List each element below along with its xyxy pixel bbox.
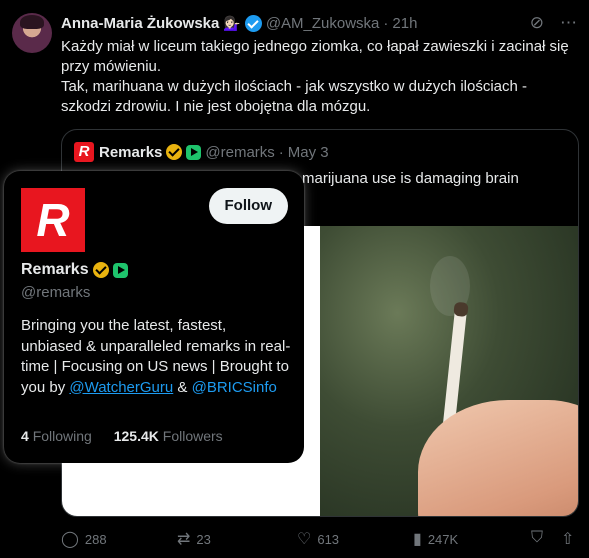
- header-icons: ⊘ ⋯: [530, 13, 577, 33]
- author-handle[interactable]: @AM_Zukowska: [266, 15, 380, 32]
- quoted-text: marijuana use is damaging brain: [302, 170, 519, 187]
- bio-ampersand: &: [173, 378, 192, 396]
- author-avatar[interactable]: [12, 13, 52, 53]
- follow-button[interactable]: Follow: [208, 188, 288, 224]
- bio-link-watcherguru[interactable]: @WatcherGuru: [69, 379, 173, 396]
- quoted-separator: ·: [278, 143, 284, 161]
- green-play-badge-icon: [186, 144, 202, 160]
- following-label: Following: [32, 428, 92, 444]
- bio-link-bricsinfo[interactable]: @BRICSinfo: [192, 379, 277, 396]
- following-count: 4: [21, 428, 29, 444]
- bookmark-button[interactable]: ⛉: [531, 529, 543, 547]
- quoted-handle[interactable]: @remarks: [205, 144, 274, 161]
- hover-card-handle[interactable]: @remarks: [21, 284, 90, 301]
- grok-icon[interactable]: ⊘: [530, 13, 544, 33]
- remarks-logo-small[interactable]: R: [74, 142, 94, 162]
- verified-badge-icon[interactable]: [244, 14, 262, 32]
- followers-stat[interactable]: 125.4K Followers: [114, 428, 223, 444]
- reply-count: 288: [84, 531, 107, 547]
- hand-shape: [418, 400, 578, 516]
- tweet-actions: ◯ 288 ⇄ 23 ♡ 613 ▮ 247K ⛉ ⇧: [61, 529, 579, 549]
- header-separator: ·: [383, 14, 389, 32]
- tweet-header: Anna-Maria Żukowska 💁🏻‍♀️ @AM_Zukowska ·…: [61, 12, 577, 34]
- following-stat[interactable]: 4 Following: [21, 428, 92, 444]
- quoted-header: R Remarks @remarks · May 3: [74, 142, 329, 162]
- profile-hover-card: R Follow Remarks @remarks Bringing you t…: [4, 171, 304, 463]
- like-count: 613: [317, 531, 340, 547]
- gold-badge-icon: [166, 144, 183, 160]
- bookmark-icon: ⛉: [531, 529, 544, 546]
- hover-card-bio: Bringing you the latest, fastest, unbias…: [21, 316, 291, 398]
- author-emoji: 💁🏻‍♀️: [223, 14, 241, 31]
- views-button[interactable]: ▮ 247K: [413, 529, 458, 549]
- green-play-badge-icon: [112, 262, 128, 278]
- share-icon: ⇧: [561, 531, 575, 548]
- repost-button[interactable]: ⇄ 23: [177, 529, 211, 549]
- author-name[interactable]: Anna-Maria Żukowska: [61, 15, 219, 32]
- hover-card-name[interactable]: Remarks: [21, 261, 89, 279]
- repost-icon: ⇄: [177, 531, 191, 548]
- quoted-author-name[interactable]: Remarks: [99, 144, 162, 161]
- followers-label: Followers: [162, 428, 223, 444]
- remarks-logo[interactable]: R: [21, 188, 85, 252]
- gold-badge-icon: [92, 262, 109, 278]
- like-button[interactable]: ♡ 613: [297, 529, 339, 549]
- reply-button[interactable]: ◯ 288: [61, 529, 107, 549]
- hover-card-name-row: Remarks: [21, 261, 128, 279]
- hover-card-stats: 4 Following 125.4K Followers: [21, 428, 223, 444]
- followers-count: 125.4K: [113, 428, 159, 444]
- view-count: 247K: [427, 531, 459, 547]
- views-icon: ▮: [413, 531, 422, 548]
- quoted-date[interactable]: May 3: [288, 144, 329, 161]
- like-icon: ♡: [297, 531, 312, 548]
- repost-count: 23: [196, 531, 211, 547]
- tweet-paragraph-2: Tak, marihuana w dużych ilościach - jak …: [61, 78, 528, 115]
- tweet-text: Każdy miał w liceum takiego jednego ziom…: [61, 37, 576, 117]
- tweet-paragraph-1: Każdy miał w liceum takiego jednego ziom…: [61, 38, 569, 75]
- quoted-image[interactable]: [320, 226, 578, 516]
- more-icon[interactable]: ⋯: [560, 13, 577, 33]
- share-button[interactable]: ⇧: [561, 529, 574, 549]
- reply-icon: ◯: [61, 531, 79, 548]
- tweet-time[interactable]: 21h: [392, 15, 417, 32]
